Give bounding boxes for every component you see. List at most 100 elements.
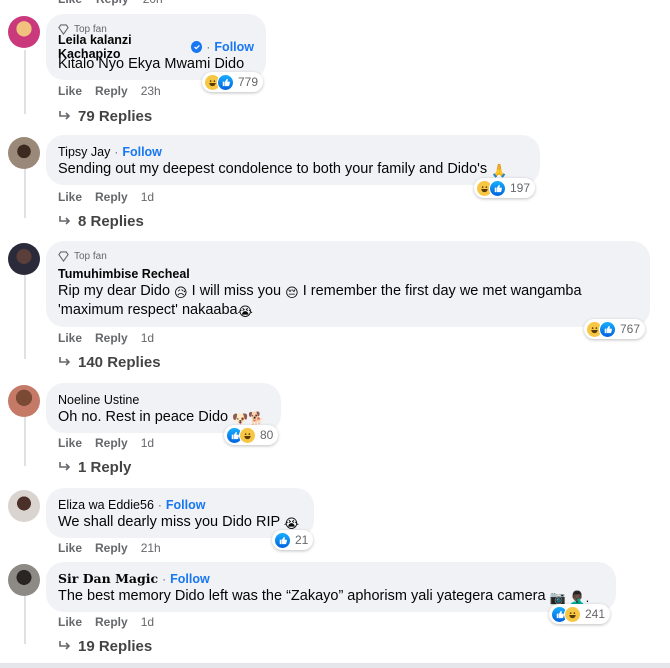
comment-text: The best memory Dido left was the “Zakay… (58, 588, 590, 605)
reply-button[interactable]: Reply (95, 541, 128, 555)
reply-button[interactable]: Reply (95, 436, 128, 450)
replies-count[interactable]: 140 Replies (78, 354, 161, 371)
verified-icon (191, 40, 203, 53)
top-fan-label: Top fan (74, 250, 107, 262)
panel-bottom-edge (0, 663, 670, 668)
comment-actions: Like Reply 1d (58, 614, 154, 630)
reaction-count: 80 (260, 428, 274, 442)
comment-actions: Like Reply 23h (58, 83, 161, 99)
reaction-summary[interactable]: 767 (584, 319, 646, 339)
like-button[interactable]: Like (58, 331, 82, 345)
comment-author[interactable]: Tipsy Jay (58, 145, 110, 159)
comment-bubble: Tipsy Jay · Follow Sending out my deepes… (46, 135, 540, 185)
comment-time: 20h (143, 0, 163, 8)
like-icon (274, 531, 291, 549)
reaction-summary[interactable]: 80 (224, 425, 279, 445)
comment-author[interactable]: Tumuhimbise Recheal (58, 267, 190, 281)
reply-button[interactable]: Reply (95, 615, 128, 629)
reply-arrow-icon (59, 111, 71, 120)
reply-button[interactable]: Reply (95, 190, 128, 204)
replies-count[interactable]: 19 Replies (78, 638, 152, 655)
reply-arrow-icon (59, 216, 71, 225)
comment-author[interactable]: Noeline Ustine (58, 393, 139, 407)
comment-actions: Like Reply 1d (58, 330, 154, 346)
dog-emoji: 🐶🐕 (232, 411, 265, 426)
follow-button[interactable]: Follow (170, 572, 210, 586)
avatar[interactable] (8, 137, 40, 169)
reaction-summary[interactable]: 241 (549, 604, 611, 624)
camera-emoji: 📷 🤦🏿‍♂️. (549, 590, 590, 605)
separator-dot: · (157, 497, 162, 512)
comment-time: 1d (140, 615, 155, 629)
comment-text: Sending out my deepest condolence to bot… (58, 161, 508, 178)
separator-dot: · (162, 571, 167, 586)
thread-line (24, 594, 26, 644)
comment-actions: Like Reply 1d (58, 435, 154, 451)
sad-emoji: 😥 (174, 285, 188, 300)
comment-time: 23h (140, 84, 161, 98)
avatar[interactable] (8, 243, 40, 275)
reply-button[interactable]: Reply (95, 331, 128, 345)
reply-button[interactable]: Reply (96, 0, 129, 8)
view-replies[interactable]: 19 Replies (58, 636, 152, 656)
like-icon (217, 73, 234, 91)
comment-time: 1d (140, 331, 155, 345)
comment-actions: Like Reply 21h (58, 540, 161, 556)
haha-icon (239, 426, 256, 444)
thread-line (24, 168, 26, 218)
replies-count[interactable]: 79 Replies (78, 108, 152, 125)
view-replies[interactable]: 140 Replies (58, 352, 161, 372)
reaction-summary[interactable]: 779 (202, 72, 264, 92)
comment-bubble: Eliza wa Eddie56 · Follow We shall dearl… (46, 488, 314, 538)
reaction-count: 241 (585, 607, 606, 621)
like-button[interactable]: Like (58, 0, 82, 8)
like-button[interactable]: Like (58, 615, 82, 629)
comment-time: 1d (140, 436, 155, 450)
reaction-count: 21 (295, 533, 309, 547)
avatar[interactable] (8, 564, 40, 596)
reaction-summary[interactable]: 21 (272, 530, 314, 550)
reply-arrow-icon (59, 357, 71, 366)
view-replies[interactable]: 1 Reply (58, 457, 131, 477)
top-fan-badge: Top fan (58, 249, 638, 263)
separator-dot: · (114, 144, 119, 159)
thread-line (24, 416, 26, 466)
reply-button[interactable]: Reply (95, 84, 128, 98)
reply-arrow-icon (59, 641, 71, 650)
reaction-summary[interactable]: 197 (474, 178, 536, 198)
crying-emoji: 😭 (283, 516, 300, 531)
thread-line (24, 50, 26, 114)
view-replies[interactable]: 79 Replies (58, 106, 152, 126)
comment-author[interactable]: Eliza wa Eddie56 (58, 498, 154, 512)
avatar[interactable] (8, 16, 40, 48)
comment-author[interactable]: Sir Dan Magic (58, 571, 158, 586)
comment-actions: Like Reply 1d (58, 189, 154, 205)
view-replies[interactable]: 8 Replies (58, 211, 144, 231)
like-button[interactable]: Like (58, 541, 82, 555)
comment-bubble: Sir Dan Magic · Follow The best memory D… (46, 562, 616, 612)
follow-button[interactable]: Follow (122, 145, 162, 159)
reaction-count: 197 (510, 181, 531, 195)
follow-button[interactable]: Follow (166, 498, 206, 512)
follow-button[interactable]: Follow (214, 40, 254, 54)
like-button[interactable]: Like (58, 436, 82, 450)
comment-time: 1d (140, 190, 155, 204)
like-button[interactable]: Like (58, 84, 82, 98)
comment-bubble: Top fan Leila kalanzi Kachapizo · Follow… (46, 14, 266, 80)
pensive-emoji: 😔 (285, 285, 299, 300)
comment-text: Rip my dear Dido 😥 I will miss you 😔 I r… (58, 283, 582, 319)
reaction-count: 767 (620, 322, 641, 336)
crying-emoji: 😭 (237, 304, 253, 319)
comment-bubble: Top fan Tumuhimbise Recheal Rip my dear … (46, 241, 650, 327)
like-button[interactable]: Like (58, 190, 82, 204)
avatar[interactable] (8, 490, 40, 522)
haha-icon (564, 605, 581, 623)
comment-text: We shall dearly miss you Dido RIP 😭 (58, 514, 300, 531)
replies-count[interactable]: 1 Reply (78, 459, 131, 476)
separator-dot: · (206, 39, 211, 54)
avatar[interactable] (8, 385, 40, 417)
reaction-count: 779 (238, 75, 259, 89)
replies-count[interactable]: 8 Replies (78, 213, 144, 230)
comment-time: 21h (140, 541, 161, 555)
like-icon (599, 320, 616, 338)
